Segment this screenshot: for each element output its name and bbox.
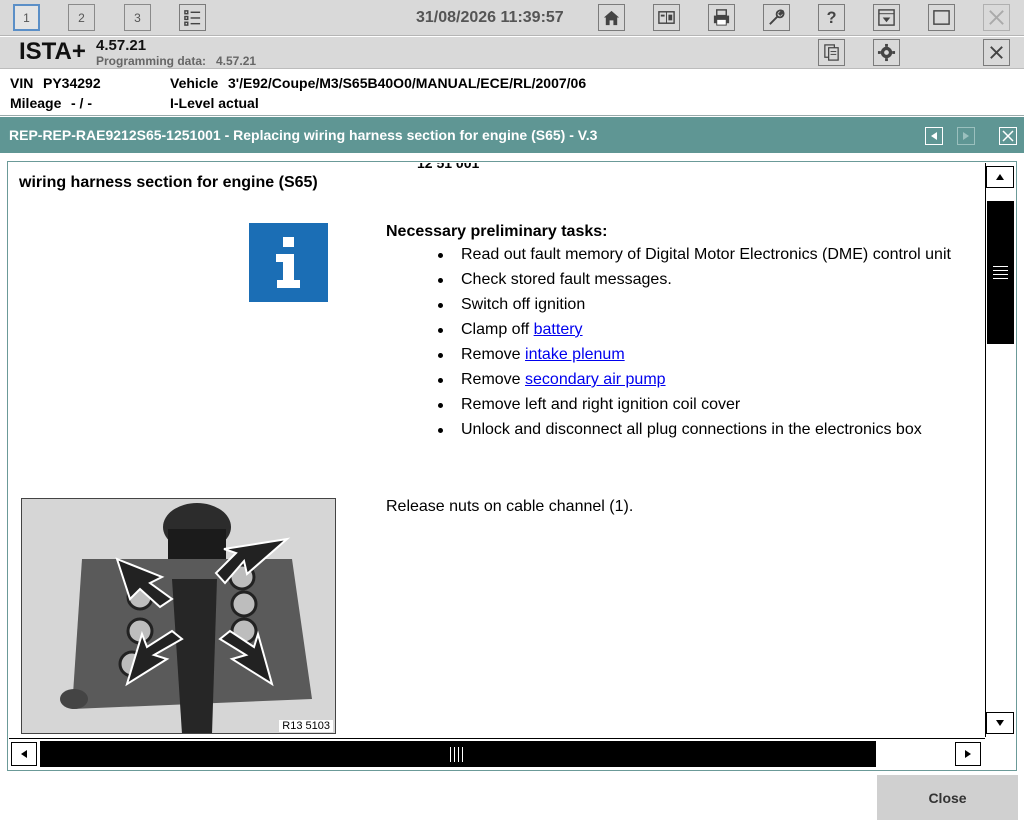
documents-icon xyxy=(824,44,839,61)
scroll-left-button[interactable] xyxy=(11,742,37,766)
app-version: 4.57.21 xyxy=(96,37,147,54)
session-tab-2[interactable]: 2 xyxy=(68,4,95,31)
engine-illustration: R13 5103 xyxy=(21,498,336,734)
arrow-left-icon xyxy=(931,132,937,140)
list-item: Read out fault memory of Digital Motor E… xyxy=(438,245,951,270)
close-button[interactable]: Close xyxy=(877,775,1018,820)
print-button[interactable] xyxy=(708,4,735,31)
list-item: Remove intake plenum xyxy=(438,345,951,370)
step-instruction: Release nuts on cable channel (1). xyxy=(386,498,634,515)
window-icon xyxy=(933,10,950,25)
vin-value: PY34292 xyxy=(43,75,101,91)
document-content: 12 51 001 wiring harness section for eng… xyxy=(9,163,985,737)
preliminary-tasks-heading: Necessary preliminary tasks: xyxy=(386,223,608,240)
home-icon xyxy=(603,10,620,26)
intake-plenum-link[interactable]: intake plenum xyxy=(525,346,625,363)
image-reference: R13 5103 xyxy=(279,720,333,732)
download-button[interactable] xyxy=(873,4,900,31)
ilevel-label: I-Level actual xyxy=(170,95,259,111)
section-heading: wiring harness section for engine (S65) xyxy=(19,174,318,191)
scroll-up-button[interactable] xyxy=(986,166,1014,188)
compare-icon xyxy=(658,11,675,24)
triangle-down-icon xyxy=(996,720,1004,726)
compare-button[interactable] xyxy=(653,4,680,31)
session-tab-1[interactable]: 1 xyxy=(13,4,40,31)
session-tab-3[interactable]: 3 xyxy=(124,4,151,31)
list-item: Unlock and disconnect all plug connectio… xyxy=(438,420,951,445)
triangle-up-icon xyxy=(996,174,1004,180)
next-document-button[interactable] xyxy=(957,127,975,145)
vehicle-info: VIN PY34292 Vehicle 3'/E92/Coupe/M3/S65B… xyxy=(0,70,1024,116)
document-viewer: 12 51 001 wiring harness section for eng… xyxy=(7,161,1017,771)
list-item: Check stored fault messages. xyxy=(438,270,951,295)
list-item: Remove secondary air pump xyxy=(438,370,951,395)
list-item: Switch off ignition xyxy=(438,295,951,320)
previous-document-button[interactable] xyxy=(925,127,943,145)
close-session-button[interactable] xyxy=(983,39,1010,66)
document-title: REP-REP-RAE9212S65-1251001 - Replacing w… xyxy=(9,127,598,143)
vehicle-value: 3'/E92/Coupe/M3/S65B40O0/MANUAL/ECE/RL/2… xyxy=(228,75,587,91)
triangle-right-icon xyxy=(965,750,971,758)
mileage-value: - / - xyxy=(71,95,92,111)
list-item: Clamp off battery xyxy=(438,320,951,345)
close-document-button[interactable] xyxy=(999,127,1017,145)
scroll-down-button[interactable] xyxy=(986,712,1014,734)
gear-icon xyxy=(877,43,896,62)
print-icon xyxy=(713,9,730,26)
wrench-icon xyxy=(769,9,785,25)
secondary-air-pump-link[interactable]: secondary air pump xyxy=(525,371,666,388)
top-toolbar: 1 2 3 31/08/2026 11:39:57 ? xyxy=(0,0,1024,36)
document-title-bar: REP-REP-RAE9212S65-1251001 - Replacing w… xyxy=(0,117,1024,153)
svg-text:?: ? xyxy=(827,9,837,27)
programming-data-value: 4.57.21 xyxy=(216,54,257,68)
vin-label: VIN xyxy=(10,75,34,91)
arrow-right-icon xyxy=(963,132,969,140)
list-icon xyxy=(184,10,201,26)
list-button[interactable] xyxy=(179,4,206,31)
list-item: Remove left and right ignition coil cove… xyxy=(438,395,951,420)
close-app-button[interactable] xyxy=(983,4,1010,31)
help-icon: ? xyxy=(827,9,837,27)
information-icon xyxy=(249,223,328,302)
service-button[interactable] xyxy=(763,4,790,31)
battery-link[interactable]: battery xyxy=(534,321,583,338)
app-name: ISTA+ xyxy=(19,38,86,65)
preliminary-tasks-list: Read out fault memory of Digital Motor E… xyxy=(438,245,951,445)
help-button[interactable]: ? xyxy=(818,4,845,31)
close-icon xyxy=(1002,130,1014,142)
triangle-left-icon xyxy=(21,750,27,758)
horizontal-scrollbar[interactable] xyxy=(9,738,985,768)
window-button[interactable] xyxy=(928,4,955,31)
close-icon xyxy=(990,46,1003,59)
programming-data-label: Programming data: xyxy=(96,54,207,68)
section-number: 12 51 001 xyxy=(417,163,480,171)
app-header: ISTA+ 4.57.21 Programming data: 4.57.21 xyxy=(0,37,1024,69)
download-icon xyxy=(878,9,895,26)
mileage-label: Mileage xyxy=(10,95,62,111)
settings-button[interactable] xyxy=(873,39,900,66)
horizontal-scroll-thumb[interactable] xyxy=(40,741,876,767)
documents-button[interactable] xyxy=(818,39,845,66)
vertical-scrollbar[interactable] xyxy=(985,163,1015,737)
close-icon xyxy=(989,10,1004,25)
home-button[interactable] xyxy=(598,4,625,31)
vehicle-label: Vehicle xyxy=(170,75,219,91)
datetime-display: 31/08/2026 11:39:57 xyxy=(416,9,564,26)
scroll-right-button[interactable] xyxy=(955,742,981,766)
vertical-scroll-thumb[interactable] xyxy=(987,201,1014,344)
